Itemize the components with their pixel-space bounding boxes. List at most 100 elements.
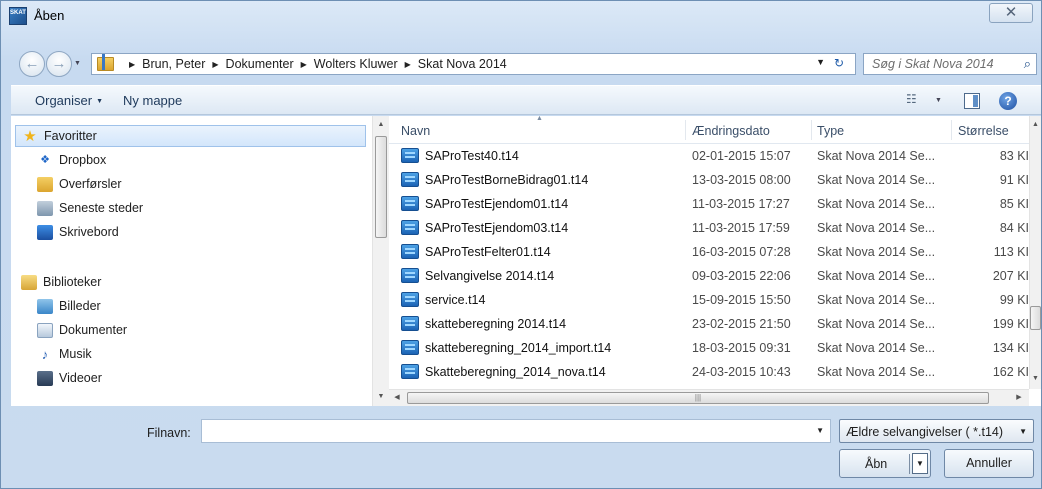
- recent-pages-dropdown-icon[interactable]: ▼: [74, 60, 81, 67]
- chevron-right-icon[interactable]: ▶: [129, 57, 135, 72]
- file-row[interactable]: skatteberegning_2014_import.t14 18-03-20…: [389, 336, 1029, 360]
- star-icon: ★: [23, 127, 37, 145]
- sidebar-item-label: Musik: [59, 347, 92, 361]
- scrollbar-thumb[interactable]: [1030, 306, 1041, 330]
- filename-input[interactable]: ▼: [201, 419, 831, 443]
- file-name: skatteberegning_2014_import.t14: [425, 341, 612, 355]
- file-row[interactable]: SAProTestBorneBidrag01.t14 13-03-2015 08…: [389, 168, 1029, 192]
- close-button[interactable]: ✕: [989, 3, 1033, 23]
- t14-file-icon: [401, 172, 419, 187]
- scroll-up-icon[interactable]: ▲: [373, 118, 389, 132]
- column-header-type[interactable]: Type: [817, 124, 844, 138]
- file-date: 11-03-2015 17:27: [692, 197, 790, 211]
- file-row[interactable]: SAProTestFelter01.t14 16-03-2015 07:28 S…: [389, 240, 1029, 264]
- filename-label: Filnavn:: [147, 426, 191, 440]
- sidebar-item-favorites[interactable]: ★ Favoritter: [15, 125, 366, 147]
- scroll-left-icon[interactable]: ◀: [389, 390, 405, 406]
- scroll-right-icon[interactable]: ▶: [1011, 390, 1027, 406]
- sidebar-item-pictures[interactable]: Billeder: [37, 295, 101, 317]
- chevron-right-icon[interactable]: ▶: [405, 57, 411, 72]
- back-button[interactable]: ←: [19, 51, 45, 77]
- file-name: SAProTestEjendom03.t14: [425, 221, 569, 235]
- filename-history-dropdown-icon[interactable]: ▼: [816, 426, 824, 435]
- sidebar-item-dropbox[interactable]: ❖ Dropbox: [37, 149, 106, 171]
- address-bar[interactable]: ▶ Brun, Peter ▶ Dokumenter ▶ Wolters Klu…: [91, 53, 856, 75]
- refresh-icon[interactable]: ↻: [829, 56, 849, 72]
- chevron-right-icon[interactable]: ▶: [212, 57, 218, 72]
- file-row[interactable]: Selvangivelse 2014.t14 09-03-2015 22:06 …: [389, 264, 1029, 288]
- column-divider[interactable]: [685, 120, 686, 140]
- file-date: 13-03-2015 08:00: [692, 173, 791, 187]
- chevron-right-icon[interactable]: ▶: [301, 57, 307, 72]
- sidebar-item-recent-places[interactable]: Seneste steder: [37, 197, 143, 219]
- dialog-content: ★ Favoritter ❖ Dropbox Overførsler Senes…: [11, 115, 1041, 406]
- file-type: Skat Nova 2014 Se...: [817, 269, 936, 283]
- file-row[interactable]: SAProTestEjendom01.t14 11-03-2015 17:27 …: [389, 192, 1029, 216]
- column-header-date[interactable]: Ændringsdato: [692, 124, 770, 138]
- search-input[interactable]: Søg i Skat Nova 2014 ⌕: [863, 53, 1037, 75]
- file-row[interactable]: service.t14 15-09-2015 15:50 Skat Nova 2…: [389, 288, 1029, 312]
- column-divider[interactable]: [811, 120, 812, 140]
- address-history-dropdown-icon[interactable]: ▼: [816, 57, 825, 67]
- file-date: 16-03-2015 07:28: [692, 245, 791, 259]
- new-folder-button[interactable]: Ny mappe: [123, 93, 182, 108]
- change-view-icon[interactable]: ☷: [906, 92, 922, 108]
- t14-file-icon: [401, 268, 419, 283]
- t14-file-icon: [401, 364, 419, 379]
- breadcrumb-item-skat-nova[interactable]: Skat Nova 2014: [418, 57, 507, 72]
- sidebar-item-label: Seneste steder: [59, 201, 144, 215]
- scroll-down-icon[interactable]: ▼: [373, 390, 389, 404]
- file-size: 199 KI: [992, 317, 1029, 331]
- organize-menu-button[interactable]: Organiser ▼: [35, 93, 103, 108]
- file-name: SAProTestBorneBidrag01.t14: [425, 173, 589, 187]
- open-options-dropdown-icon[interactable]: ▼: [912, 453, 928, 474]
- file-row[interactable]: SAProTestEjendom03.t14 11-03-2015 17:59 …: [389, 216, 1029, 240]
- preview-pane-icon[interactable]: [964, 93, 980, 109]
- split-divider: [909, 454, 910, 474]
- file-row[interactable]: skatteberegning 2014.t14 23-02-2015 21:5…: [389, 312, 1029, 336]
- sidebar-item-label: Videoer: [59, 371, 102, 385]
- file-type: Skat Nova 2014 Se...: [817, 149, 936, 163]
- file-row[interactable]: SAProTest40.t14 02-01-2015 15:07 Skat No…: [389, 144, 1029, 168]
- sidebar-item-videos[interactable]: Videoer: [37, 367, 102, 389]
- sidebar-item-documents[interactable]: Dokumenter: [37, 319, 127, 341]
- forward-button[interactable]: →: [46, 51, 72, 77]
- open-button[interactable]: Åbn ▼: [839, 449, 931, 478]
- file-type-filter-select[interactable]: Ældre selvangivelser ( *.t14) ▼: [839, 419, 1034, 443]
- view-options-dropdown-icon[interactable]: ▼: [935, 97, 942, 104]
- sidebar-item-downloads[interactable]: Overførsler: [37, 173, 122, 195]
- search-icon[interactable]: ⌕: [1024, 56, 1031, 72]
- scroll-up-icon[interactable]: ▲: [1030, 118, 1041, 132]
- sort-ascending-icon: ▲: [536, 115, 543, 122]
- file-size: 85 KI: [999, 197, 1029, 211]
- file-list-horizontal-scrollbar[interactable]: ◀ ||| ▶: [389, 389, 1029, 406]
- sidebar-item-label: Skrivebord: [59, 225, 119, 239]
- sidebar-item-music[interactable]: ♪ Musik: [37, 343, 92, 365]
- breadcrumb-item-documents[interactable]: Dokumenter: [226, 57, 294, 72]
- skat-app-icon: SKAT: [9, 7, 27, 25]
- cancel-button[interactable]: Annuller: [944, 449, 1034, 478]
- scroll-down-icon[interactable]: ▼: [1030, 372, 1041, 386]
- sidebar-item-label: Favoritter: [44, 129, 97, 143]
- libraries-icon: [21, 274, 37, 290]
- file-row[interactable]: Skatteberegning_2014_nova.t14 24-03-2015…: [389, 360, 1029, 384]
- file-date: 09-03-2015 22:06: [692, 269, 791, 283]
- column-header-name[interactable]: Navn: [401, 124, 430, 138]
- file-list-vertical-scrollbar[interactable]: ▲ ▼: [1029, 116, 1041, 389]
- column-header-size[interactable]: Størrelse: [958, 124, 1009, 138]
- sidebar-item-libraries[interactable]: Biblioteker: [21, 271, 101, 293]
- downloads-folder-icon: [37, 176, 53, 192]
- file-size: 84 KI: [999, 221, 1029, 235]
- navigation-pane-scrollbar[interactable]: ▲ ▼: [372, 116, 389, 406]
- breadcrumb: ▶ Brun, Peter ▶ Dokumenter ▶ Wolters Klu…: [122, 57, 507, 72]
- scrollbar-thumb[interactable]: |||: [407, 392, 989, 404]
- sidebar-item-desktop[interactable]: Skrivebord: [37, 221, 119, 243]
- breadcrumb-item-user[interactable]: Brun, Peter: [142, 57, 205, 72]
- sidebar-item-label: Biblioteker: [43, 275, 102, 289]
- file-size: 162 KI: [992, 365, 1029, 379]
- column-divider[interactable]: [951, 120, 952, 140]
- breadcrumb-item-wolters-kluwer[interactable]: Wolters Kluwer: [314, 57, 398, 72]
- t14-file-icon: [401, 340, 419, 355]
- help-icon[interactable]: ?: [999, 92, 1017, 110]
- scrollbar-thumb[interactable]: [375, 136, 387, 238]
